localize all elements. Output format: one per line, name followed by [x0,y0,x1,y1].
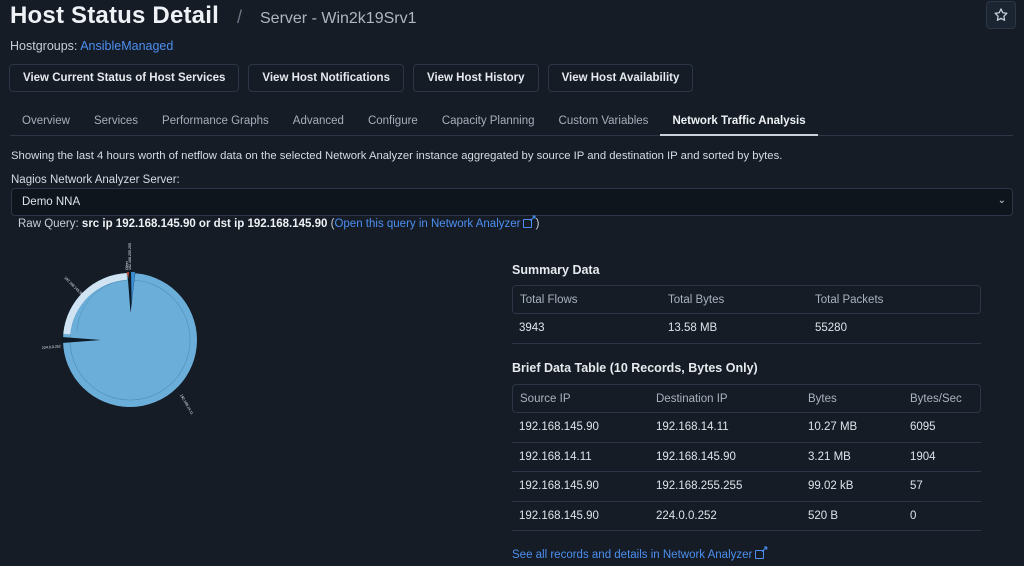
view-host-services-button[interactable]: View Current Status of Host Services [9,64,240,92]
raw-query: Raw Query: src ip 192.168.145.90 or dst … [18,213,540,230]
server-select-value: Demo NNA [22,196,81,208]
chart-label-224-0-0-252: 224.0.0.252 [42,344,61,350]
tab-services[interactable]: Services [82,108,150,136]
view-host-availability-button[interactable]: View Host Availability [547,64,694,92]
traffic-sunburst-chart: 192.168.255.255Other192.168.145.90224.0.… [42,243,197,416]
tab-performance-graphs[interactable]: Performance Graphs [150,108,281,136]
destination-ip: 192.168.14.11 [649,413,801,443]
description-text: Showing the last 4 hours worth of netflo… [11,150,783,162]
hostgroup-link[interactable]: AnsibleManaged [80,39,173,53]
summary-row: 3943 13.58 MB 55280 [512,314,981,344]
source-ip: 192.168.145.90 [512,502,649,531]
tab-overview[interactable]: Overview [10,108,82,136]
tab-configure[interactable]: Configure [356,108,430,136]
col-bytes-per-sec: Bytes/Sec [903,384,981,413]
brief-data-table: Source IP Destination IP Bytes Bytes/Sec… [512,384,981,531]
source-ip: 192.168.14.11 [512,443,649,472]
destination-ip: 224.0.0.252 [649,502,801,531]
col-total-packets: Total Packets [808,285,981,314]
chart-label-other: Other [125,260,129,270]
tab-custom-variables[interactable]: Custom Variables [547,108,661,136]
star-outline-icon [994,8,1008,21]
bytes: 10.27 MB [801,413,903,443]
summary-heading: Summary Data [512,263,600,277]
external-link-icon [755,544,768,559]
external-link-icon [523,213,536,228]
destination-ip: 192.168.145.90 [649,443,801,472]
summary-table: Total Flows Total Bytes Total Packets 39… [512,285,981,344]
brief-table-heading: Brief Data Table (10 Records, Bytes Only… [512,361,758,375]
col-source-ip: Source IP [512,384,649,413]
col-total-bytes: Total Bytes [661,285,808,314]
destination-ip: 192.168.255.255 [649,472,801,502]
table-row: 192.168.145.90 192.168.14.11 10.27 MB 60… [512,413,981,443]
bytes-per-sec: 6095 [903,413,981,443]
title-separator: / [236,7,242,27]
col-bytes: Bytes [801,384,903,413]
open-query-link-label: Open this query in Network Analyzer [334,218,521,230]
bytes-per-sec: 0 [903,502,981,531]
total-flows-value: 3943 [512,314,661,344]
see-all-records-link[interactable]: See all records and details in Network A… [512,544,768,561]
host-name: Server - Win2k19Srv1 [260,10,417,27]
see-all-records-label: See all records and details in Network A… [512,549,753,561]
page-title: Host Status Detail [10,2,219,29]
tab-network-traffic-analysis[interactable]: Network Traffic Analysis [660,108,818,136]
col-total-flows: Total Flows [512,285,661,314]
total-bytes-value: 13.58 MB [661,314,808,344]
page-header: Host Status Detail / Server - Win2k19Srv… [10,2,417,30]
view-host-history-button[interactable]: View Host History [412,64,539,92]
bytes-per-sec: 1904 [903,443,981,472]
tab-capacity-planning[interactable]: Capacity Planning [430,108,547,136]
server-select[interactable]: Demo NNA ⌄ [11,188,1013,216]
source-ip: 192.168.145.90 [512,472,649,502]
tab-bar: Overview Services Performance Graphs Adv… [10,108,1013,136]
bytes: 99.02 kB [801,472,903,502]
table-row: 192.168.145.90 224.0.0.252 520 B 0 [512,502,981,531]
bytes: 520 B [801,502,903,531]
col-destination-ip: Destination IP [649,384,801,413]
raw-query-label: Raw Query: [18,218,79,230]
table-row: 192.168.14.11 192.168.145.90 3.21 MB 190… [512,443,981,472]
hostgroups-label: Hostgroups: [10,39,78,53]
host-actions: View Current Status of Host Services Vie… [9,64,694,92]
total-packets-value: 55280 [808,314,981,344]
source-ip: 192.168.145.90 [512,413,649,443]
tab-advanced[interactable]: Advanced [281,108,356,136]
bytes-per-sec: 57 [903,472,981,502]
raw-query-text: src ip 192.168.145.90 or dst ip 192.168.… [81,218,328,230]
open-query-link[interactable]: Open this query in Network Analyzer [334,213,536,230]
hostgroups: Hostgroups: AnsibleManaged [10,39,173,53]
chart-label-192-168-145-90: 192.168.145.90 [63,276,83,296]
chevron-down-icon: ⌄ [997,195,1006,206]
view-host-notifications-button[interactable]: View Host Notifications [248,64,404,92]
server-label: Nagios Network Analyzer Server: [11,174,180,186]
chart-label-192-168-14-11: 192.168.14.11 [179,394,194,416]
bytes: 3.21 MB [801,443,903,472]
favorite-button[interactable] [986,1,1016,29]
table-row: 192.168.145.90 192.168.255.255 99.02 kB … [512,472,981,502]
